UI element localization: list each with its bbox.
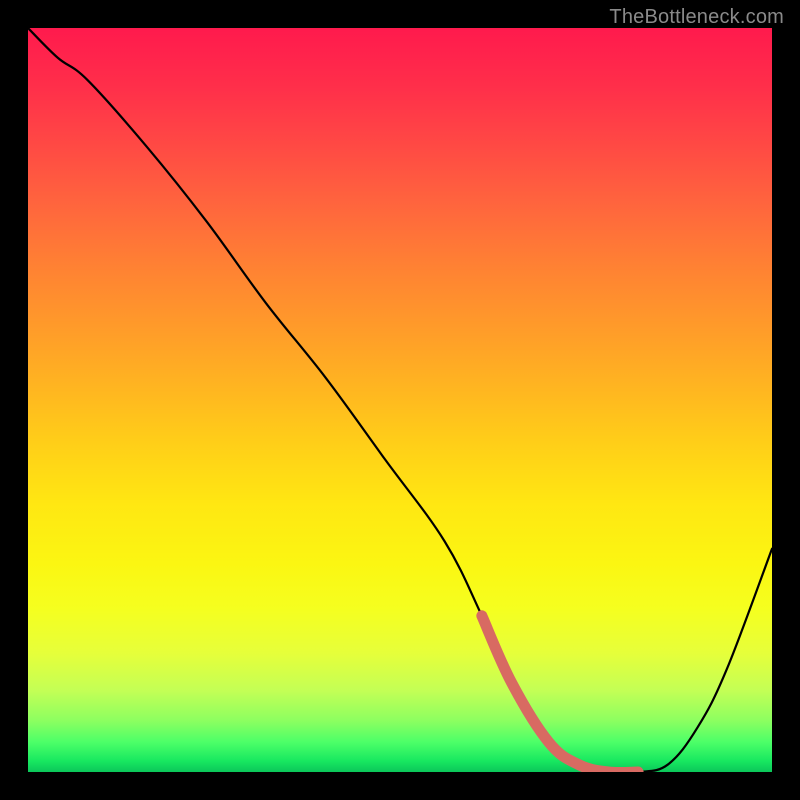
bottleneck-curve-path — [28, 28, 772, 772]
watermark-text: TheBottleneck.com — [609, 6, 784, 29]
chart-svg — [28, 28, 772, 772]
plot-area — [28, 28, 772, 772]
chart-frame: TheBottleneck.com — [0, 0, 800, 800]
highlight-segment — [482, 616, 638, 772]
